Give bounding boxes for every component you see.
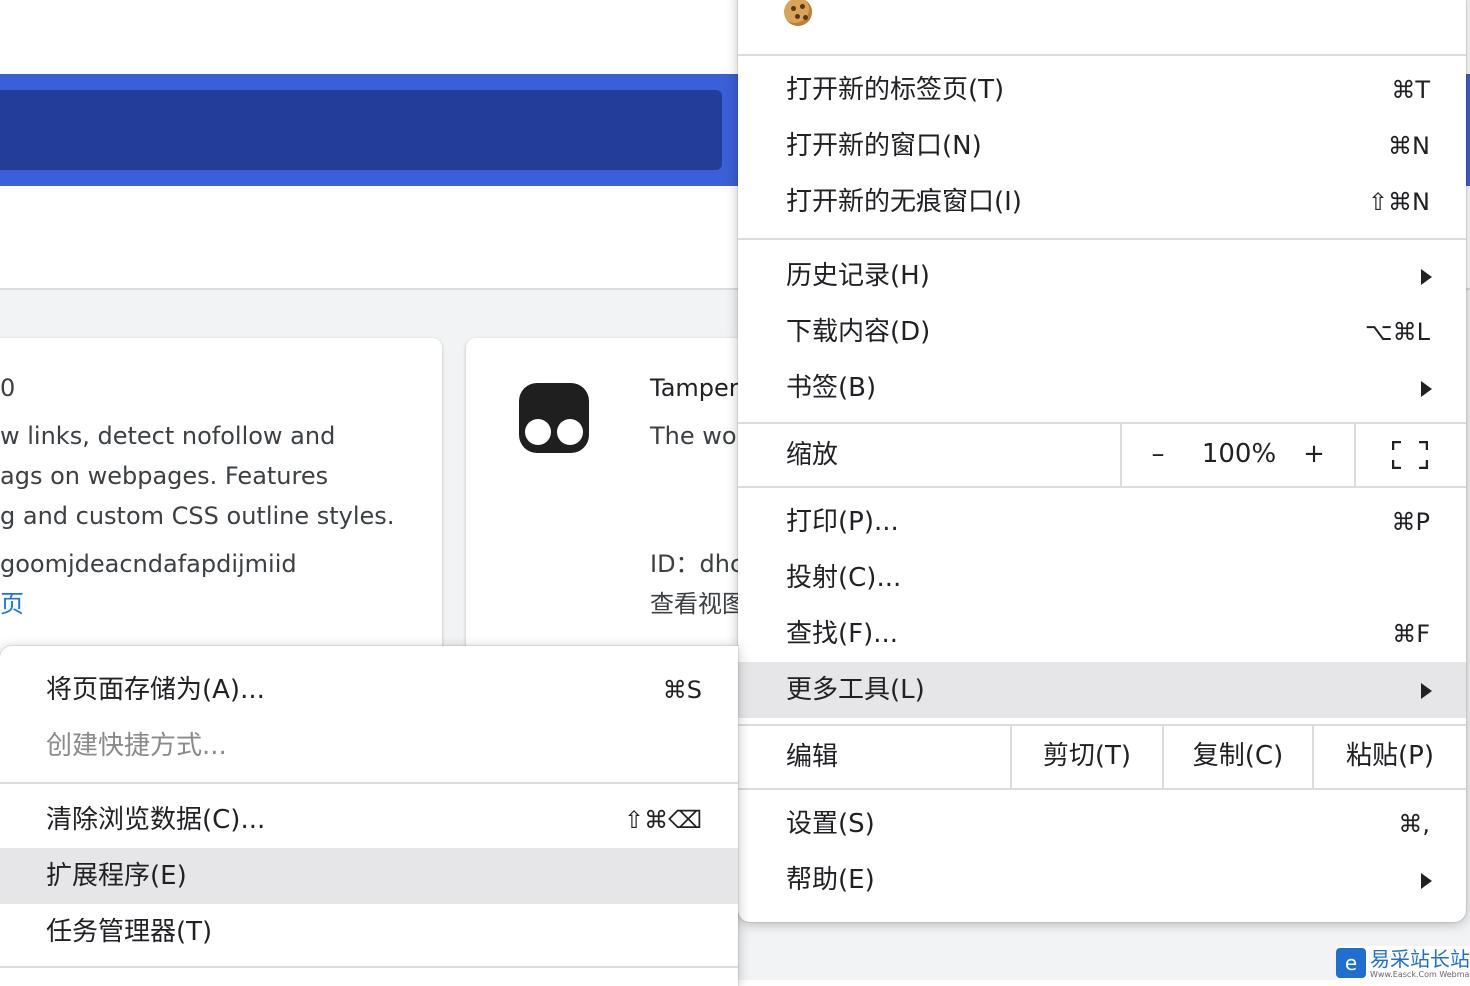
extension-title: Tamper <box>650 374 739 402</box>
watermark-text: 易采站长站 <box>1370 947 1470 971</box>
extension-title: 0 <box>0 374 16 402</box>
menu-item-shortcut: ⌘F <box>1392 620 1430 648</box>
menu-item-label: 扩展程序(E) <box>46 861 187 891</box>
menu-separator <box>738 788 1466 790</box>
menu-item-shortcut: ⌘T <box>1391 76 1430 104</box>
menu-item-label: 打开新的标签页(T) <box>786 75 1005 105</box>
menu-item-new-tab[interactable]: 打开新的标签页(T) ⌘T <box>738 62 1466 118</box>
page-search-bar[interactable] <box>0 90 722 170</box>
menu-item-help[interactable]: 帮助(E) <box>738 852 1466 908</box>
menu-item-label: 创建快捷方式... <box>46 731 227 761</box>
menu-separator <box>738 486 1466 488</box>
menu-item-label: 设置(S) <box>786 809 875 839</box>
zoom-out-button[interactable]: – <box>1138 424 1178 484</box>
extension-id: ID：dhc <box>650 550 744 578</box>
site-watermark: e 易采站长站 Www.Easck.Com Webmaster <box>1336 946 1470 980</box>
menu-separator <box>0 966 738 968</box>
menu-item-shortcut: ⇧⌘⌫ <box>623 806 702 834</box>
menu-item-label: 将页面存储为(A)... <box>46 675 265 705</box>
menu-zoom-row: 缩放 – 100% + <box>738 424 1466 486</box>
fullscreen-icon[interactable] <box>1392 441 1428 469</box>
menu-divider <box>1120 424 1122 486</box>
menu-item-settings[interactable]: 设置(S) ⌘, <box>738 796 1466 852</box>
more-tools-submenu: 将页面存储为(A)... ⌘S 创建快捷方式... 清除浏览数据(C)... ⇧… <box>0 646 738 986</box>
menu-item-label: 查找(F)... <box>786 619 899 649</box>
menu-item-label: 投射(C)... <box>786 563 902 593</box>
menu-item-task-manager[interactable]: 任务管理器(T) <box>0 904 738 960</box>
extension-description: The wor <box>650 422 747 450</box>
menu-item-print[interactable]: 打印(P)... ⌘P <box>738 494 1466 550</box>
copy-button[interactable]: 复制(C) <box>1164 726 1312 786</box>
menu-item-shortcut: ⇧⌘N <box>1367 188 1430 216</box>
menu-item-save-page-as[interactable]: 将页面存储为(A)... ⌘S <box>0 662 738 718</box>
zoom-label: 缩放 <box>786 440 839 470</box>
submenu-arrow-icon <box>1421 269 1432 285</box>
menu-item-history[interactable]: 历史记录(H) <box>738 248 1466 304</box>
zoom-level: 100% <box>1201 439 1277 469</box>
paste-button[interactable]: 粘贴(P) <box>1314 726 1466 786</box>
submenu-arrow-icon <box>1421 381 1432 397</box>
extension-view-link[interactable]: 页 <box>0 584 24 624</box>
menu-item-cast[interactable]: 投射(C)... <box>738 550 1466 606</box>
submenu-arrow-icon <box>1421 683 1432 699</box>
chrome-main-menu: 打开新的标签页(T) ⌘T 打开新的窗口(N) ⌘N 打开新的无痕窗口(I) ⇧… <box>738 0 1466 922</box>
menu-item-label: 打印(P)... <box>786 507 899 537</box>
watermark-subtext: Www.Easck.Com Webmaster <box>1370 970 1470 979</box>
menu-item-extensions[interactable]: 扩展程序(E) <box>0 848 738 904</box>
menu-separator <box>738 238 1466 240</box>
extension-description-line: ags on webpages. Features <box>0 462 329 490</box>
menu-item-shortcut: ⌘, <box>1398 810 1430 838</box>
menu-item-label: 清除浏览数据(C)... <box>46 805 266 835</box>
menu-item-label: 历史记录(H) <box>786 261 930 291</box>
submenu-arrow-icon <box>1421 873 1432 889</box>
menu-item-label: 打开新的无痕窗口(I) <box>786 187 1022 217</box>
menu-item-new-incognito-window[interactable]: 打开新的无痕窗口(I) ⇧⌘N <box>738 174 1466 230</box>
menu-item-bookmarks[interactable]: 书签(B) <box>738 360 1466 416</box>
menu-item-new-window[interactable]: 打开新的窗口(N) ⌘N <box>738 118 1466 174</box>
menu-divider <box>1354 424 1356 486</box>
menu-item-label: 帮助(E) <box>786 865 875 895</box>
menu-item-downloads[interactable]: 下载内容(D) ⌥⌘L <box>738 304 1466 360</box>
cookie-icon[interactable] <box>784 0 812 26</box>
menu-item-label: 任务管理器(T) <box>46 917 213 947</box>
menu-item-label: 打开新的窗口(N) <box>786 131 982 161</box>
menu-item-shortcut: ⌘S <box>662 676 702 704</box>
menu-item-shortcut: ⌥⌘L <box>1364 318 1430 346</box>
menu-item-shortcut: ⌘P <box>1391 508 1430 536</box>
menu-item-create-shortcut: 创建快捷方式... <box>0 718 738 774</box>
menu-item-shortcut: ⌘N <box>1388 132 1430 160</box>
extension-description-line: w links, detect nofollow and <box>0 422 336 450</box>
menu-item-label: 更多工具(L) <box>786 675 925 705</box>
watermark-logo-icon: e <box>1336 948 1366 978</box>
menu-item-label: 书签(B) <box>786 373 877 403</box>
edit-label: 编辑 <box>786 742 839 772</box>
menu-item-find[interactable]: 查找(F)... ⌘F <box>738 606 1466 662</box>
menu-item-label: 下载内容(D) <box>786 317 931 347</box>
menu-item-more-tools[interactable]: 更多工具(L) <box>738 662 1466 718</box>
menu-separator <box>738 54 1466 56</box>
menu-item-clear-browsing-data[interactable]: 清除浏览数据(C)... ⇧⌘⌫ <box>0 792 738 848</box>
zoom-in-button[interactable]: + <box>1294 424 1334 484</box>
extension-id: goomjdeacndafapdijmiid <box>0 550 297 578</box>
menu-edit-row: 编辑 剪切(T) 复制(C) 粘贴(P) <box>738 726 1466 788</box>
tampermonkey-icon <box>519 383 589 453</box>
extension-description-line: g and custom CSS outline styles. <box>0 502 395 530</box>
cut-button[interactable]: 剪切(T) <box>1012 726 1162 786</box>
extension-view-link[interactable]: 查看视图 <box>650 584 746 624</box>
menu-separator <box>0 782 738 784</box>
